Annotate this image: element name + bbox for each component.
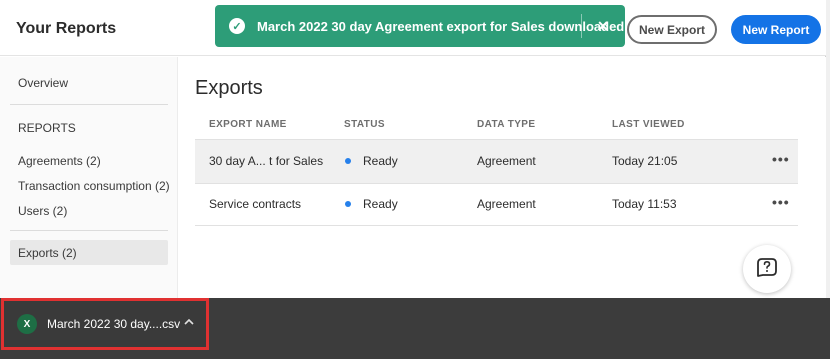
chevron-up-icon[interactable] <box>184 315 194 329</box>
excel-file-icon: X <box>17 314 37 334</box>
exports-heading: Exports <box>195 77 263 99</box>
sidebar-item-exports-label: Exports (2) <box>18 246 77 260</box>
toast-divider <box>581 14 582 38</box>
last-viewed-cell: Today 11:53 <box>612 197 677 211</box>
export-name-cell: 30 day A... t for Sales <box>209 154 324 168</box>
download-toast: ✓ March 2022 30 day Agreement export for… <box>215 5 625 47</box>
new-report-button[interactable]: New Report <box>731 15 821 44</box>
sidebar-item-agreements[interactable]: Agreements (2) <box>18 154 101 168</box>
table-row[interactable]: 30 day A... t for Sales Ready Agreement … <box>195 140 798 183</box>
help-icon <box>757 258 777 277</box>
new-export-button[interactable]: New Export <box>627 15 717 44</box>
table-row[interactable]: Service contracts Ready Agreement Today … <box>195 183 798 226</box>
help-button[interactable] <box>743 245 791 293</box>
sidebar-divider <box>10 230 168 231</box>
column-header-status[interactable]: STATUS <box>344 119 385 130</box>
data-type-cell: Agreement <box>477 154 536 168</box>
sidebar: Overview REPORTS Agreements (2) Transact… <box>0 57 178 298</box>
exports-panel: Exports EXPORT NAME STATUS DATA TYPE LAS… <box>178 57 826 298</box>
status-cell: Ready <box>363 197 398 211</box>
status-cell: Ready <box>363 154 398 168</box>
top-bar: Your Reports ✓ March 2022 30 day Agreeme… <box>0 0 826 56</box>
sidebar-section-reports: REPORTS <box>18 121 76 135</box>
sidebar-item-transaction-consumption[interactable]: Transaction consumption (2) <box>18 179 170 193</box>
page-title: Your Reports <box>16 20 117 37</box>
download-filename: March 2022 30 day....csv <box>47 317 181 331</box>
sidebar-item-overview[interactable]: Overview <box>18 76 68 90</box>
check-circle-icon: ✓ <box>229 18 245 34</box>
toast-message: March 2022 30 day Agreement export for S… <box>257 18 625 34</box>
last-viewed-cell: Today 21:05 <box>612 154 678 168</box>
more-options-icon[interactable]: ••• <box>772 151 790 167</box>
data-type-cell: Agreement <box>477 197 536 211</box>
column-header-last-viewed[interactable]: LAST VIEWED <box>612 119 685 130</box>
close-icon[interactable]: ✕ <box>593 16 613 36</box>
status-dot-icon <box>345 158 351 164</box>
sidebar-item-users[interactable]: Users (2) <box>18 204 67 218</box>
sidebar-divider <box>10 104 168 105</box>
column-header-data-type[interactable]: DATA TYPE <box>477 119 535 130</box>
more-options-icon[interactable]: ••• <box>772 194 790 210</box>
column-header-export-name[interactable]: EXPORT NAME <box>209 119 287 130</box>
status-dot-icon <box>345 201 351 207</box>
download-item[interactable]: X March 2022 30 day....csv <box>1 298 209 350</box>
table-divider <box>195 225 798 226</box>
export-name-cell: Service contracts <box>209 197 302 211</box>
